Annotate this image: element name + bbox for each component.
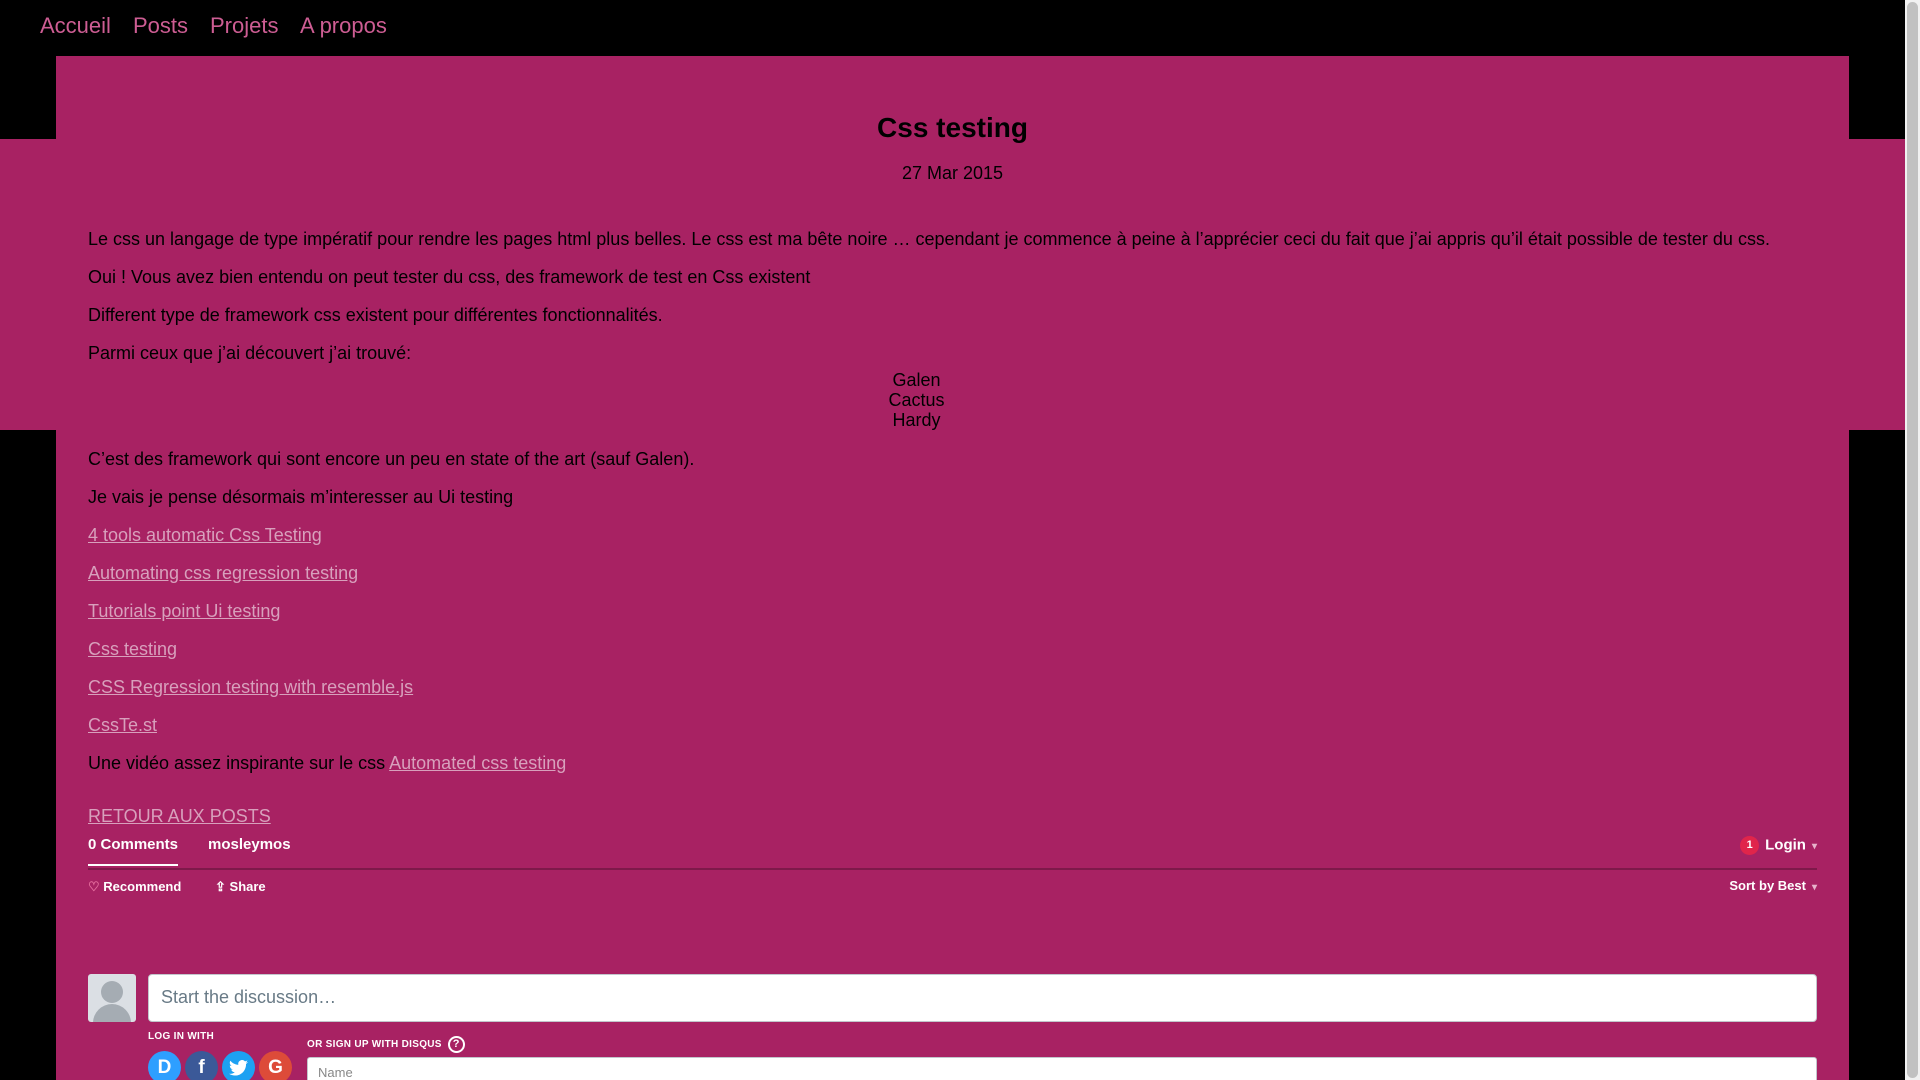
disqus-login-icon[interactable]: D [148, 1051, 181, 1080]
top-navigation: Accueil Posts Projets A propos [0, 0, 1905, 56]
resource-link[interactable]: Tutorials point Ui testing [88, 600, 280, 622]
nav-link-accueil[interactable]: Accueil [40, 13, 111, 39]
nav-link-a-propos[interactable]: A propos [300, 13, 387, 39]
heart-icon: ♡ [88, 879, 100, 894]
share-icon: ⇪ [215, 879, 226, 894]
comment-textarea[interactable]: Start the discussion… [148, 974, 1817, 1022]
share-label: Share [229, 879, 266, 894]
login-label[interactable]: Login [1765, 836, 1806, 853]
video-text: Une vidéo assez inspirante sur le css [88, 753, 386, 773]
post-paragraph: C’est des framework qui sont encore un p… [88, 449, 695, 469]
signup-text: OR SIGN UP WITH DISQUS [307, 1039, 442, 1051]
avatar [88, 974, 136, 1022]
framework-item: Cactus [888, 390, 945, 410]
login-menu[interactable]: 1 Login ▾ [1740, 836, 1817, 855]
sort-label: Sort by Best [1729, 878, 1806, 893]
resource-link[interactable]: CssTe.st [88, 714, 157, 736]
recommend-button[interactable]: ♡ Recommend [88, 879, 181, 895]
post-paragraph: Je vais je pense désormais m’interesser … [88, 487, 514, 507]
post-card: Css testing 27 Mar 2015 Le css un langag… [56, 56, 1849, 1080]
notification-badge[interactable]: 1 [1740, 836, 1760, 855]
framework-item: Hardy [892, 410, 941, 430]
recommend-label: Recommend [103, 879, 182, 894]
back-to-posts-link[interactable]: RETOUR AUX POSTS [88, 806, 271, 827]
scrollbar-thumb[interactable] [1907, 2, 1918, 1078]
framework-item: Galen [892, 370, 941, 390]
resource-link[interactable]: Css testing [88, 638, 177, 660]
community-tab[interactable]: mosleymos [208, 836, 291, 853]
framework-list: Galen Cactus Hardy [0, 370, 1833, 430]
facebook-login-icon[interactable]: f [185, 1051, 218, 1080]
disqus-comments: 0 Comments mosleymos 1 Login ▾ ♡ Recommend… [88, 836, 1817, 1080]
comments-count-tab[interactable]: 0 Comments [88, 836, 179, 866]
post-paragraph: Oui ! Vous avez bien entendu on peut tes… [88, 267, 811, 287]
share-button[interactable]: ⇪ Share [215, 879, 266, 895]
nav-link-projets[interactable]: Projets [210, 13, 278, 39]
divider [88, 868, 1817, 870]
chevron-down-icon: ▾ [1811, 882, 1817, 893]
name-field[interactable]: Name [307, 1057, 1817, 1080]
resource-link[interactable]: 4 tools automatic Css Testing [88, 524, 322, 546]
post-paragraph: Different type de framework css existent… [88, 305, 663, 325]
resource-link[interactable]: CSS Regression testing with resemble.js [88, 676, 413, 698]
google-login-icon[interactable]: G [259, 1051, 292, 1080]
resource-link[interactable]: Automating css regression testing [88, 562, 358, 584]
nav-link-posts[interactable]: Posts [133, 13, 188, 39]
sort-dropdown[interactable]: Sort by Best ▾ [1729, 878, 1817, 893]
twitter-login-icon[interactable] [222, 1051, 255, 1080]
user-icon-head [101, 981, 123, 1003]
post-date: 27 Mar 2015 [901, 163, 1004, 183]
user-icon-body [93, 1004, 131, 1022]
post-title: Css testing [877, 112, 1028, 143]
login-with-label: LOG IN WITH [148, 1031, 215, 1042]
scrollbar[interactable] [1905, 0, 1920, 1080]
video-paragraph: Une vidéo assez inspirante sur le css Au… [88, 752, 566, 774]
chevron-down-icon: ▾ [1811, 841, 1817, 853]
help-icon[interactable]: ? [447, 1036, 465, 1053]
post-paragraph: Le css un langage de type impératif pour… [88, 229, 1770, 249]
video-link[interactable]: Automated css testing [389, 753, 566, 773]
post-paragraph: Parmi ceux que j’ai découvert j’ai trouv… [88, 343, 412, 363]
signup-label: OR SIGN UP WITH DISQUS? [307, 1036, 465, 1053]
